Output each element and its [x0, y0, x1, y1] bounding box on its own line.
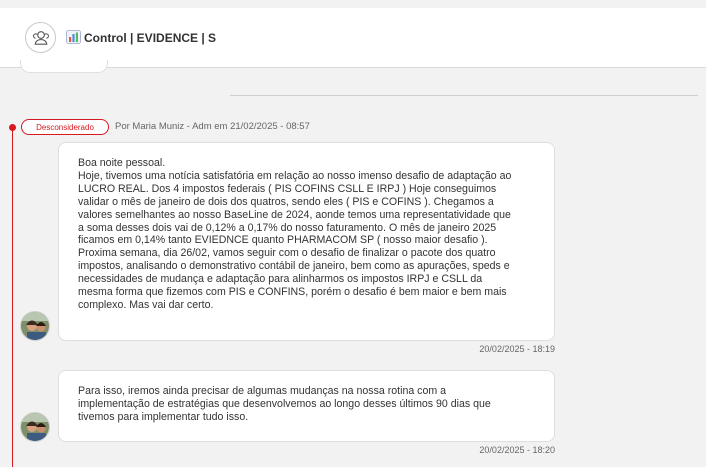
sender-avatar[interactable]: [20, 412, 50, 442]
message-line: a soma desses dois vai de 0,12% a 0,17% …: [78, 221, 497, 234]
message-line: mesma forma que fizemos com PIS e CONFIN…: [78, 286, 507, 299]
timeline-line: [12, 127, 13, 467]
message-line: implementação de estratégias que desenvo…: [78, 397, 491, 410]
avatar-photo-icon: [21, 413, 49, 441]
group-avatar[interactable]: [25, 22, 56, 53]
timeline-dot: [9, 124, 16, 131]
message-line: necessidades de mudança e adaptação para…: [78, 273, 483, 286]
message-line: complexo. Mas vai dar certo.: [78, 298, 214, 311]
message-line: ficamos em 0,14% tanto EVIEDNCE quanto P…: [78, 234, 488, 247]
status-badge[interactable]: Desconsiderado: [21, 119, 109, 135]
message-line: validar o mês de janeiro de dois dos qua…: [78, 195, 494, 208]
message-timestamp: 20/02/2025 - 18:20: [479, 445, 555, 455]
chat-title[interactable]: Control | EVIDENCE | S: [84, 31, 216, 45]
message-line: Hoje, tivemos uma notícia satisfatória e…: [78, 169, 512, 182]
top-strip: [0, 0, 706, 8]
section-divider: [230, 95, 698, 96]
message-line: valores semelhantes ao nosso BaseLine de…: [78, 208, 511, 221]
message-line: Para isso, iremos ainda precisar de algu…: [78, 385, 447, 397]
message-bubble[interactable]: Boa noite pessoal. Hoje, tivemos uma not…: [58, 142, 555, 341]
message-line: LUCRO REAL. Dos 4 impostos federais ( PI…: [78, 182, 497, 195]
message-timestamp: 20/02/2025 - 18:19: [479, 344, 555, 354]
message-line: impostos, analisando o demonstrativo con…: [78, 260, 510, 273]
message-line: tivemos para implementar tudo isso.: [78, 410, 249, 423]
sender-avatar[interactable]: [20, 311, 50, 341]
avatar-photo-icon: [21, 312, 49, 340]
bar-chart-emoji-icon: [66, 30, 81, 44]
previous-badge-stub: [20, 60, 108, 73]
message-bubble[interactable]: Para isso, iremos ainda precisar de algu…: [58, 370, 555, 442]
post-meta: Por Maria Muniz - Adm em 21/02/2025 - 08…: [115, 121, 310, 132]
users-group-icon: [32, 30, 49, 45]
message-line: Boa noite pessoal.: [78, 157, 166, 169]
message-line: Proxima semana, dia 26/02, vamos seguir …: [78, 247, 496, 260]
